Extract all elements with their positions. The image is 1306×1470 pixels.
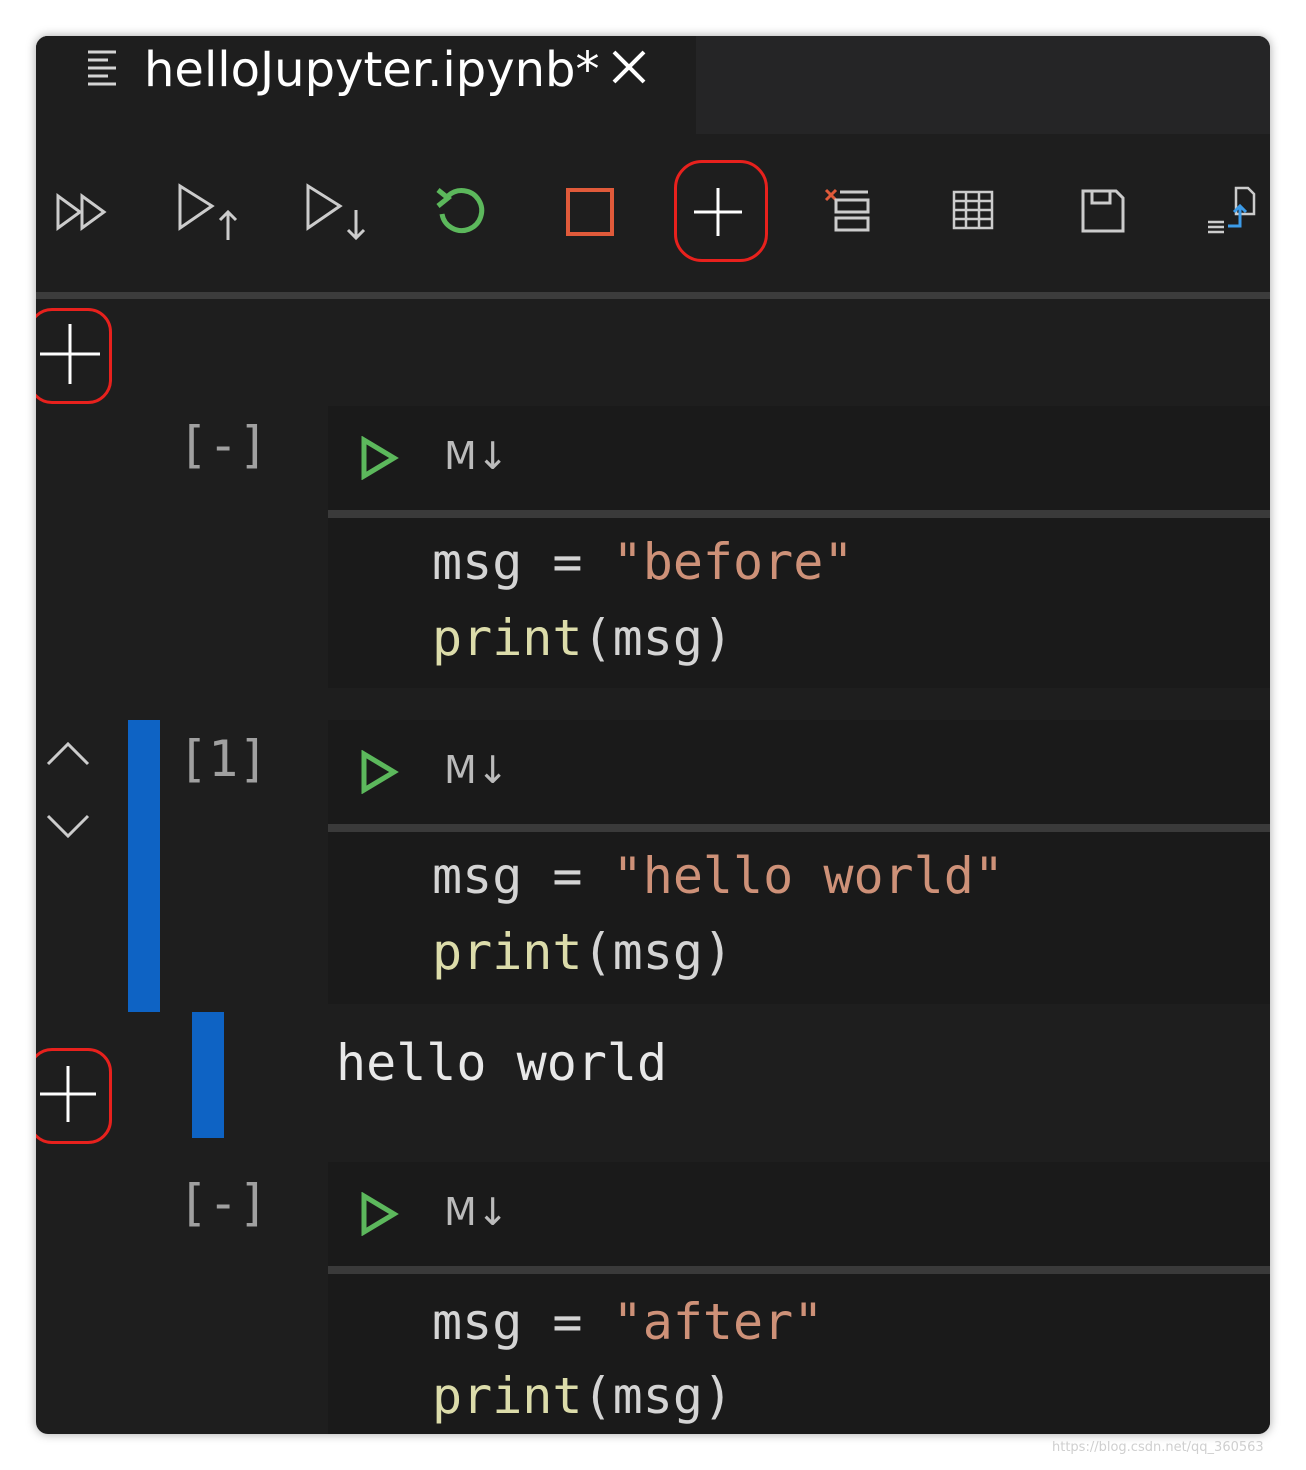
cell-toolbar: M↓ <box>328 720 1270 824</box>
export-icon[interactable] <box>1206 184 1258 236</box>
code-variable: msg <box>432 1293 523 1351</box>
run-all-icon[interactable] <box>54 190 110 234</box>
editor-tab[interactable]: helloJupyter.ipynb* <box>36 36 696 134</box>
code-function: print <box>432 923 583 981</box>
execution-count: [1] <box>178 730 269 788</box>
restart-kernel-icon[interactable] <box>434 184 490 238</box>
selected-cell-indicator <box>128 720 160 1012</box>
move-cell-up-icon[interactable] <box>44 740 92 768</box>
tab-title: helloJupyter.ipynb* <box>144 42 600 98</box>
clear-outputs-icon[interactable] <box>824 186 870 234</box>
cell-separator <box>328 510 1270 518</box>
notebook-file-icon <box>88 50 116 86</box>
code-line: msg = "hello world" <box>432 838 1004 914</box>
run-cell-icon[interactable] <box>360 750 400 794</box>
tab-bar: helloJupyter.ipynb* <box>36 36 1270 134</box>
save-icon[interactable] <box>1080 188 1126 234</box>
cell-separator <box>328 824 1270 832</box>
close-icon[interactable] <box>608 46 650 88</box>
plus-icon <box>40 324 100 384</box>
cell-language-label[interactable]: M↓ <box>444 748 509 792</box>
cell-language-label[interactable]: M↓ <box>444 1190 509 1234</box>
code-string: "hello world" <box>612 847 1004 905</box>
code-operator: = <box>522 533 613 591</box>
code-line: msg = "before" <box>432 524 853 600</box>
code-string: "before" <box>612 533 854 591</box>
insert-cell-below-button[interactable] <box>36 1048 116 1144</box>
add-cell-highlight <box>674 160 768 262</box>
code-function: print <box>432 609 583 667</box>
output-indicator <box>192 1012 224 1138</box>
insert-cell-above-button[interactable] <box>36 308 116 404</box>
code-line: msg = "after" <box>432 1284 823 1360</box>
code-line: print(msg) <box>432 914 733 990</box>
code-args: (msg) <box>582 923 734 981</box>
cell-toolbar: M↓ <box>328 1162 1270 1266</box>
execution-count: [-] <box>178 1174 269 1232</box>
code-args: (msg) <box>582 609 734 667</box>
run-cell-icon[interactable] <box>360 436 400 480</box>
code-args: (msg) <box>582 1367 734 1425</box>
notebook-window: helloJupyter.ipynb* [-] M↓ msg = "before… <box>36 36 1270 1434</box>
move-cell-down-icon[interactable] <box>44 812 92 840</box>
cell-toolbar: M↓ <box>328 406 1270 510</box>
execution-count: [-] <box>178 416 269 474</box>
code-string: "after" <box>612 1293 824 1351</box>
code-editor[interactable]: msg = "after" print(msg) <box>328 1274 1270 1434</box>
code-editor[interactable]: msg = "before" print(msg) <box>328 518 1270 688</box>
variables-grid-icon[interactable] <box>952 190 994 230</box>
watermark: https://blog.csdn.net/qq_360563 <box>1052 1440 1264 1455</box>
code-variable: msg <box>432 847 523 905</box>
run-above-icon[interactable] <box>176 182 242 242</box>
toolbar-divider <box>36 292 1270 299</box>
cell-language-label[interactable]: M↓ <box>444 434 509 478</box>
code-line: print(msg) <box>432 600 733 676</box>
code-editor[interactable]: msg = "hello world" print(msg) <box>328 832 1270 1004</box>
code-operator: = <box>522 1293 613 1351</box>
cell-separator <box>328 1266 1270 1274</box>
code-operator: = <box>522 847 613 905</box>
code-line: print(msg) <box>432 1358 733 1434</box>
code-function: print <box>432 1367 583 1425</box>
interrupt-kernel-icon[interactable] <box>564 186 616 238</box>
notebook-toolbar <box>36 134 1270 292</box>
cell-output: hello world <box>336 1034 668 1092</box>
code-variable: msg <box>432 533 523 591</box>
run-below-icon[interactable] <box>304 182 370 242</box>
run-cell-icon[interactable] <box>360 1192 400 1236</box>
plus-icon <box>40 1066 96 1122</box>
